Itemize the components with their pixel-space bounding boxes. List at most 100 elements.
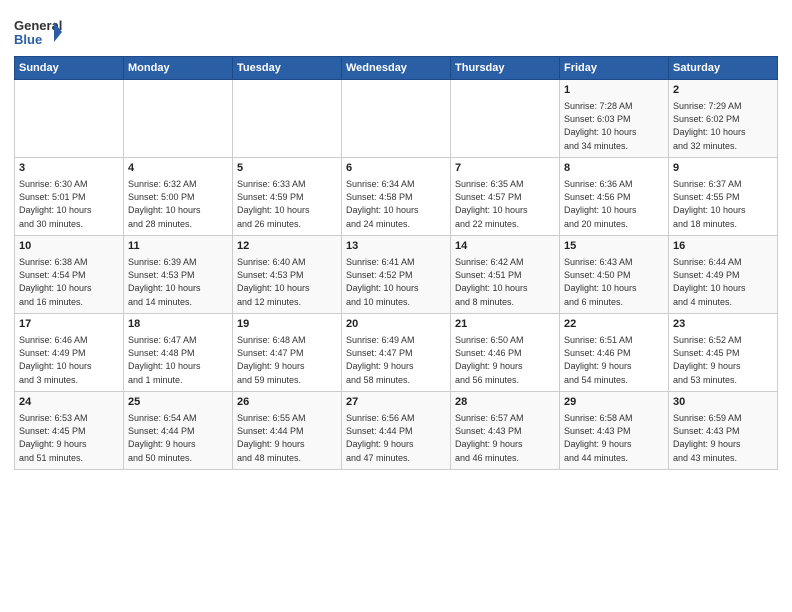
day-info: Sunrise: 6:52 AM Sunset: 4:45 PM Dayligh… xyxy=(673,334,773,386)
logo: GeneralBlue xyxy=(14,14,64,50)
day-info: Sunrise: 6:58 AM Sunset: 4:43 PM Dayligh… xyxy=(564,412,664,464)
day-cell: 24 Sunrise: 6:53 AM Sunset: 4:45 PM Dayli… xyxy=(15,392,124,470)
day-info: Sunrise: 6:36 AM Sunset: 4:56 PM Dayligh… xyxy=(564,178,664,230)
day-info: Sunrise: 6:51 AM Sunset: 4:46 PM Dayligh… xyxy=(564,334,664,386)
day-number: 4 xyxy=(128,161,228,176)
day-cell: 7Sunrise: 6:35 AM Sunset: 4:57 PM Daylig… xyxy=(451,158,560,236)
day-info: Sunrise: 6:47 AM Sunset: 4:48 PM Dayligh… xyxy=(128,334,228,386)
col-header-thursday: Thursday xyxy=(451,57,560,80)
day-cell: 27 Sunrise: 6:56 AM Sunset: 4:44 PM Dayli… xyxy=(342,392,451,470)
day-number: 18 xyxy=(128,317,228,332)
day-cell: 19 Sunrise: 6:48 AM Sunset: 4:47 PM Dayli… xyxy=(233,314,342,392)
day-info: Sunrise: 6:37 AM Sunset: 4:55 PM Dayligh… xyxy=(673,178,773,230)
week-row-1: 1Sunrise: 7:28 AM Sunset: 6:03 PM Daylig… xyxy=(15,80,778,158)
day-number: 21 xyxy=(455,317,555,332)
day-cell: 4 Sunrise: 6:32 AM Sunset: 5:00 PM Daylig… xyxy=(124,158,233,236)
day-cell: 21 Sunrise: 6:50 AM Sunset: 4:46 PM Dayli… xyxy=(451,314,560,392)
day-info: Sunrise: 6:50 AM Sunset: 4:46 PM Dayligh… xyxy=(455,334,555,386)
day-info: Sunrise: 6:33 AM Sunset: 4:59 PM Dayligh… xyxy=(237,178,337,230)
day-cell: 26 Sunrise: 6:55 AM Sunset: 4:44 PM Dayli… xyxy=(233,392,342,470)
day-info: Sunrise: 6:54 AM Sunset: 4:44 PM Dayligh… xyxy=(128,412,228,464)
day-info: Sunrise: 6:57 AM Sunset: 4:43 PM Dayligh… xyxy=(455,412,555,464)
col-header-friday: Friday xyxy=(560,57,669,80)
day-info: Sunrise: 6:35 AM Sunset: 4:57 PM Dayligh… xyxy=(455,178,555,230)
day-cell: 8Sunrise: 6:36 AM Sunset: 4:56 PM Daylig… xyxy=(560,158,669,236)
day-cell xyxy=(233,80,342,158)
day-info: Sunrise: 6:46 AM Sunset: 4:49 PM Dayligh… xyxy=(19,334,119,386)
day-info: Sunrise: 6:49 AM Sunset: 4:47 PM Dayligh… xyxy=(346,334,446,386)
day-number: 24 xyxy=(19,395,119,410)
week-row-4: 17 Sunrise: 6:46 AM Sunset: 4:49 PM Dayli… xyxy=(15,314,778,392)
day-number: 10 xyxy=(19,239,119,254)
day-number: 28 xyxy=(455,395,555,410)
col-header-sunday: Sunday xyxy=(15,57,124,80)
week-row-2: 3 Sunrise: 6:30 AM Sunset: 5:01 PM Daylig… xyxy=(15,158,778,236)
day-cell: 5 Sunrise: 6:33 AM Sunset: 4:59 PM Daylig… xyxy=(233,158,342,236)
page-container: GeneralBlue SundayMondayTuesdayWednesday… xyxy=(0,0,792,476)
day-info: Sunrise: 7:29 AM Sunset: 6:02 PM Dayligh… xyxy=(673,100,773,152)
day-number: 19 xyxy=(237,317,337,332)
day-cell: 25 Sunrise: 6:54 AM Sunset: 4:44 PM Dayli… xyxy=(124,392,233,470)
day-number: 22 xyxy=(564,317,664,332)
day-cell xyxy=(124,80,233,158)
day-number: 26 xyxy=(237,395,337,410)
day-number: 25 xyxy=(128,395,228,410)
day-cell: 6 Sunrise: 6:34 AM Sunset: 4:58 PM Daylig… xyxy=(342,158,451,236)
day-number: 5 xyxy=(237,161,337,176)
day-number: 11 xyxy=(128,239,228,254)
day-cell: 11 Sunrise: 6:39 AM Sunset: 4:53 PM Dayli… xyxy=(124,236,233,314)
day-number: 14 xyxy=(455,239,555,254)
calendar-table: SundayMondayTuesdayWednesdayThursdayFrid… xyxy=(14,56,778,470)
day-info: Sunrise: 6:34 AM Sunset: 4:58 PM Dayligh… xyxy=(346,178,446,230)
col-header-wednesday: Wednesday xyxy=(342,57,451,80)
day-number: 6 xyxy=(346,161,446,176)
day-info: Sunrise: 6:32 AM Sunset: 5:00 PM Dayligh… xyxy=(128,178,228,230)
logo-svg: GeneralBlue xyxy=(14,14,64,50)
day-number: 30 xyxy=(673,395,773,410)
day-cell: 17 Sunrise: 6:46 AM Sunset: 4:49 PM Dayli… xyxy=(15,314,124,392)
day-cell: 18 Sunrise: 6:47 AM Sunset: 4:48 PM Dayli… xyxy=(124,314,233,392)
day-number: 3 xyxy=(19,161,119,176)
day-number: 16 xyxy=(673,239,773,254)
day-cell: 10 Sunrise: 6:38 AM Sunset: 4:54 PM Dayli… xyxy=(15,236,124,314)
day-cell: 9Sunrise: 6:37 AM Sunset: 4:55 PM Daylig… xyxy=(669,158,778,236)
col-header-saturday: Saturday xyxy=(669,57,778,80)
week-row-3: 10 Sunrise: 6:38 AM Sunset: 4:54 PM Dayli… xyxy=(15,236,778,314)
day-number: 1 xyxy=(564,83,664,98)
day-cell: 13 Sunrise: 6:41 AM Sunset: 4:52 PM Dayli… xyxy=(342,236,451,314)
day-cell: 22 Sunrise: 6:51 AM Sunset: 4:46 PM Dayli… xyxy=(560,314,669,392)
day-info: Sunrise: 6:39 AM Sunset: 4:53 PM Dayligh… xyxy=(128,256,228,308)
day-cell: 15 Sunrise: 6:43 AM Sunset: 4:50 PM Dayli… xyxy=(560,236,669,314)
day-number: 12 xyxy=(237,239,337,254)
day-info: Sunrise: 6:44 AM Sunset: 4:49 PM Dayligh… xyxy=(673,256,773,308)
day-cell: 12 Sunrise: 6:40 AM Sunset: 4:53 PM Dayli… xyxy=(233,236,342,314)
day-cell: 1Sunrise: 7:28 AM Sunset: 6:03 PM Daylig… xyxy=(560,80,669,158)
day-info: Sunrise: 6:56 AM Sunset: 4:44 PM Dayligh… xyxy=(346,412,446,464)
day-cell xyxy=(342,80,451,158)
day-info: Sunrise: 6:40 AM Sunset: 4:53 PM Dayligh… xyxy=(237,256,337,308)
week-row-5: 24 Sunrise: 6:53 AM Sunset: 4:45 PM Dayli… xyxy=(15,392,778,470)
day-number: 29 xyxy=(564,395,664,410)
header-row: SundayMondayTuesdayWednesdayThursdayFrid… xyxy=(15,57,778,80)
day-number: 20 xyxy=(346,317,446,332)
day-number: 17 xyxy=(19,317,119,332)
day-cell: 20 Sunrise: 6:49 AM Sunset: 4:47 PM Dayli… xyxy=(342,314,451,392)
day-cell: 16 Sunrise: 6:44 AM Sunset: 4:49 PM Dayli… xyxy=(669,236,778,314)
day-info: Sunrise: 6:38 AM Sunset: 4:54 PM Dayligh… xyxy=(19,256,119,308)
day-number: 13 xyxy=(346,239,446,254)
day-cell: 14Sunrise: 6:42 AM Sunset: 4:51 PM Dayli… xyxy=(451,236,560,314)
day-cell: 29 Sunrise: 6:58 AM Sunset: 4:43 PM Dayli… xyxy=(560,392,669,470)
day-info: Sunrise: 6:48 AM Sunset: 4:47 PM Dayligh… xyxy=(237,334,337,386)
day-info: Sunrise: 6:30 AM Sunset: 5:01 PM Dayligh… xyxy=(19,178,119,230)
day-cell: 23 Sunrise: 6:52 AM Sunset: 4:45 PM Dayli… xyxy=(669,314,778,392)
day-number: 23 xyxy=(673,317,773,332)
day-cell: 3 Sunrise: 6:30 AM Sunset: 5:01 PM Daylig… xyxy=(15,158,124,236)
svg-text:Blue: Blue xyxy=(14,32,42,47)
day-info: Sunrise: 6:55 AM Sunset: 4:44 PM Dayligh… xyxy=(237,412,337,464)
day-cell: 30Sunrise: 6:59 AM Sunset: 4:43 PM Dayli… xyxy=(669,392,778,470)
day-number: 15 xyxy=(564,239,664,254)
day-number: 27 xyxy=(346,395,446,410)
day-info: Sunrise: 6:41 AM Sunset: 4:52 PM Dayligh… xyxy=(346,256,446,308)
day-info: Sunrise: 6:43 AM Sunset: 4:50 PM Dayligh… xyxy=(564,256,664,308)
day-info: Sunrise: 6:53 AM Sunset: 4:45 PM Dayligh… xyxy=(19,412,119,464)
